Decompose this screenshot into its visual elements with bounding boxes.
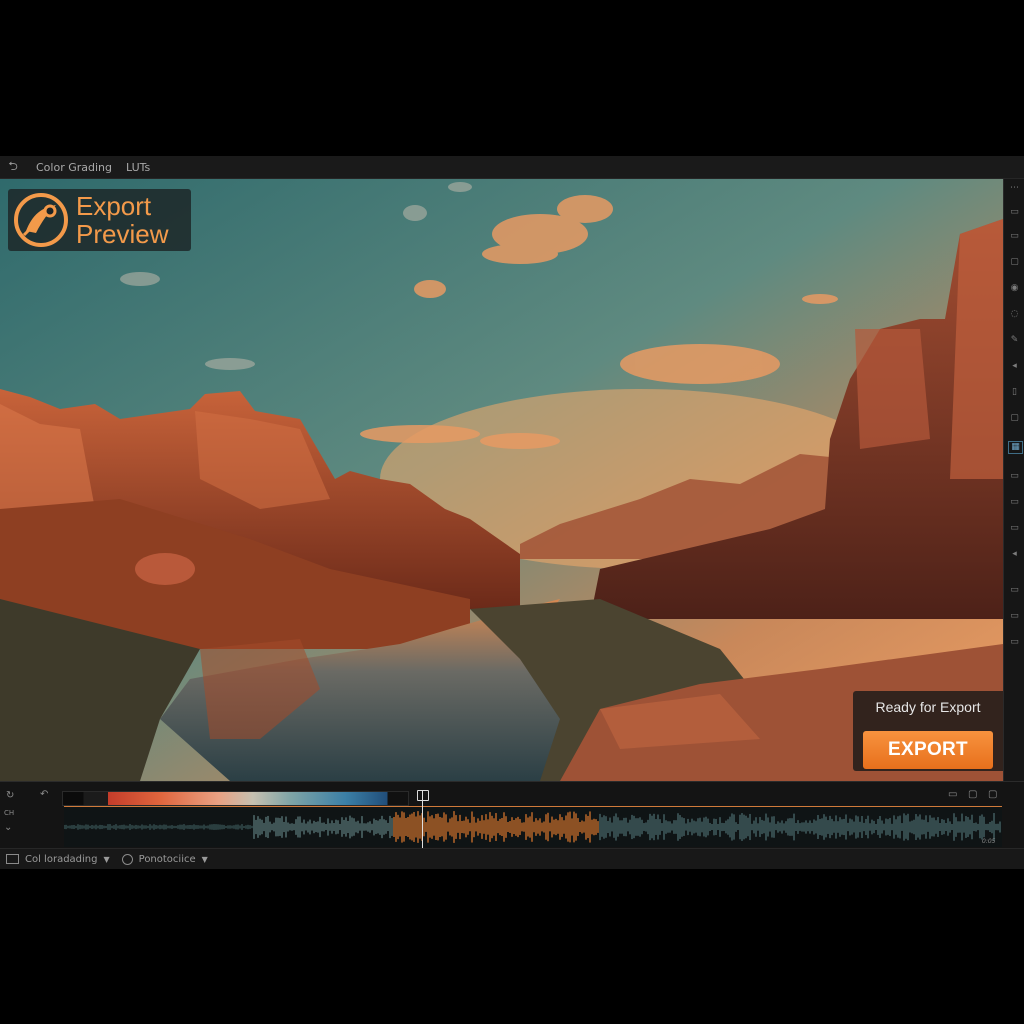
bottom-status-bar: Col loradading ▼ Ponotociice ▼ [0,848,1024,869]
workspace-label: Col loradading [25,853,98,865]
tool-qualifier-icon[interactable]: ◉ [1008,283,1021,294]
export-button[interactable]: EXPORT [863,731,993,769]
tool-fx-icon[interactable]: ▭ [1008,523,1021,534]
chevron-down-icon: ▼ [103,854,110,864]
preset-icon [121,853,133,865]
timeline-panel: ↻ ↶ CH ⌄ ▭ ▢ ▢ 0:05 [0,781,1024,849]
tool-sizing-icon[interactable]: ▢ [1008,413,1021,424]
back-arrow-icon[interactable]: ⮌ [0,157,26,178]
tool-deliver-icon[interactable]: ▭ [1008,611,1021,622]
landscape-preview-image [0,179,1003,781]
track-expand-icon[interactable]: ⌄ [4,822,12,833]
tool-grid-icon[interactable]: ▦ [1008,441,1023,454]
playhead-line[interactable] [422,790,423,848]
chevron-down-icon: ▼ [201,854,208,864]
preview-viewer[interactable]: Export Preview Ready for Export EXPORT [0,179,1003,781]
lut-gradient-strip[interactable] [62,791,409,806]
tool-hue-icon[interactable]: ▢ [1008,257,1021,268]
logo-title-line1: Export [76,191,152,221]
timecode-readout: 0:05 [982,838,996,845]
tool-window-icon[interactable]: ◌ [1008,309,1021,320]
loop-icon[interactable]: ↻ [6,790,14,801]
menu-luts[interactable]: LUTs [122,161,154,174]
export-preview-logo: Export Preview [8,189,191,251]
undo-icon[interactable]: ↶ [40,789,48,800]
track-label: CH [4,809,15,817]
preset-selector[interactable]: Ponotociice ▼ [116,853,214,865]
menu-bar: ⮌ Color Grading LUTs [0,156,1024,179]
tool-motion-icon[interactable]: ▭ [1008,471,1021,482]
workspace-selector[interactable]: Col loradading ▼ [0,854,116,865]
tool-settings-icon[interactable]: ▭ [1008,637,1021,648]
export-panel: Ready for Export EXPORT [853,691,1003,771]
audio-waveform-track[interactable] [63,806,1002,847]
tool-key-icon[interactable]: ▯ [1008,387,1021,398]
tool-3d-icon[interactable]: ▭ [1008,497,1021,508]
logo-title-line2: Preview [76,219,169,249]
view-dual-icon[interactable]: ▢ [968,789,977,800]
tool-tracker-icon[interactable]: ✎ [1008,335,1021,346]
tool-curves-icon[interactable]: ▭ [1008,207,1021,218]
tool-scope-icon[interactable]: ⋯ [1008,183,1021,194]
view-single-icon[interactable]: ▭ [948,789,957,800]
tool-wheels-icon[interactable]: ▭ [1008,231,1021,242]
tool-blur-icon[interactable]: ◂ [1008,361,1021,372]
right-toolbar: ⋯ ▭ ▭ ▢ ◉ ◌ ✎ ◂ ▯ ▢ ▦ ▭ ▭ ▭ ◂ ▭ ▭ ▭ [1003,179,1024,781]
editor-window: ⮌ Color Grading LUTs Export Preview Read… [0,156,1024,869]
tool-render-icon[interactable]: ▭ [1008,585,1021,596]
brand-logo-icon [14,193,68,247]
tool-audio-icon[interactable]: ◂ [1008,549,1021,560]
preset-label: Ponotociice [138,853,196,865]
workspace-icon [6,854,19,864]
menu-color-grading[interactable]: Color Grading [32,161,116,174]
waveform [63,811,1001,843]
view-full-icon[interactable]: ▢ [988,789,997,800]
export-status-label: Ready for Export [875,699,981,715]
playhead-handle[interactable] [417,790,429,801]
